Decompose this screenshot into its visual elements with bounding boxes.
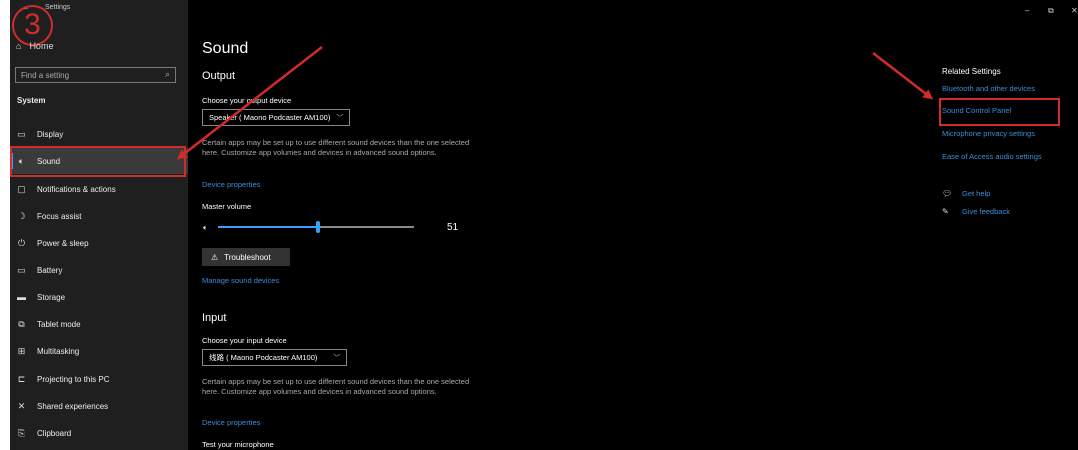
sidebar-item-label: Clipboard (37, 428, 72, 438)
search-icon[interactable]: ⌕ (165, 69, 170, 80)
shared-icon: ✕ (17, 400, 26, 411)
slider-fill (218, 226, 318, 228)
settings-window: ← Settings 3 ⌂ Home ⌕ System ▭ Display 🔈… (10, 0, 1078, 450)
volume-value: 51 (447, 222, 459, 233)
chevron-down-icon: ﹀ (336, 114, 344, 122)
sidebar-item-label: Storage (37, 292, 66, 302)
input-device-label: Choose your input device (202, 336, 287, 345)
sidebar-item-label: Shared experiences (37, 401, 109, 411)
related-link-microphone-privacy[interactable]: Microphone privacy settings (942, 129, 1035, 138)
get-help-label: Get help (962, 189, 991, 198)
output-device-dropdown[interactable]: Speaker ( Maono Podcaster AM100) ﹀ (202, 109, 351, 126)
sidebar-item-label: Battery (37, 265, 63, 275)
sidebar-item-power-sleep[interactable]: ⏻ Power & sleep (10, 230, 188, 256)
sidebar-item-label: Notifications & actions (37, 184, 116, 194)
sidebar-item-storage[interactable]: ▬ Storage (10, 284, 188, 310)
sidebar: ← Settings 3 ⌂ Home ⌕ System ▭ Display 🔈… (10, 0, 188, 450)
sidebar-item-battery[interactable]: ▭ Battery (10, 257, 188, 283)
search-box[interactable]: ⌕ (15, 67, 176, 83)
input-description: Certain apps may be set up to use differ… (202, 377, 470, 396)
give-feedback-label: Give feedback (962, 207, 1010, 216)
minimize-icon[interactable]: – (1025, 6, 1029, 15)
sidebar-item-label: Multitasking (37, 346, 80, 356)
sidebar-item-label: Focus assist (37, 211, 82, 221)
close-icon[interactable]: ✕ (1071, 6, 1078, 15)
related-settings-title: Related Settings (942, 67, 1001, 76)
manage-sound-devices-link[interactable]: Manage sound devices (202, 276, 279, 285)
sidebar-item-tablet-mode[interactable]: ⧉ Tablet mode (10, 311, 188, 337)
chat-bubble-icon: 💬︎ (942, 189, 953, 198)
output-device-label: Choose your output device (202, 96, 292, 105)
tablet-icon: ⧉ (18, 318, 25, 329)
sound-highlight-annotation (10, 146, 186, 177)
projector-icon: ⊏ (17, 373, 26, 384)
power-icon: ⏻ (17, 237, 26, 248)
monitor-icon: ▭ (17, 128, 26, 139)
input-device-value: 线路 ( Maono Podcaster AM100) (209, 353, 318, 362)
section-label-system: System (17, 96, 46, 105)
sidebar-item-focus-assist[interactable]: ☽ Focus assist (10, 203, 188, 229)
output-heading: Output (202, 70, 236, 82)
get-help-link[interactable]: 💬︎ Get help (942, 189, 990, 198)
moon-icon: ☽ (17, 210, 26, 221)
sidebar-item-multitasking[interactable]: ⊞ Multitasking (10, 338, 188, 364)
sound-control-panel-highlight-annotation (939, 98, 1060, 126)
storage-icon: ▬ (17, 292, 26, 302)
sidebar-item-display[interactable]: ▭ Display (10, 121, 188, 147)
page-title: Sound (202, 40, 249, 57)
warning-icon: ⚠ (211, 252, 219, 262)
search-input[interactable] (21, 69, 151, 81)
give-feedback-link[interactable]: ✎ Give feedback (942, 207, 1010, 216)
home-label: Home (29, 41, 54, 51)
sidebar-item-projecting[interactable]: ⊏ Projecting to this PC (10, 366, 188, 392)
window-title: Settings (45, 4, 71, 11)
battery-icon: ▭ (17, 264, 26, 275)
speaker-icon[interactable]: 🔈︎ (203, 223, 208, 233)
master-volume-slider[interactable] (218, 221, 414, 233)
sidebar-item-shared-experiences[interactable]: ✕ Shared experiences (10, 393, 188, 419)
troubleshoot-button[interactable]: ⚠ Troubleshoot (202, 248, 290, 266)
master-volume-label: Master volume (202, 202, 252, 211)
sidebar-item-notifications[interactable]: ▢ Notifications & actions (10, 176, 188, 202)
output-device-properties-link[interactable]: Device properties (202, 180, 260, 189)
home-icon: ⌂ (16, 41, 22, 51)
clipboard-icon: ⎘ (17, 427, 26, 438)
input-device-properties-link[interactable]: Device properties (202, 418, 260, 427)
feedback-icon: ✎ (942, 207, 949, 216)
home-link[interactable]: ⌂ Home (16, 41, 53, 51)
output-description: Certain apps may be set up to use differ… (202, 138, 470, 157)
output-device-value: Speaker ( Maono Podcaster AM100) (209, 113, 331, 122)
sidebar-item-label: Projecting to this PC (37, 374, 110, 384)
input-device-dropdown[interactable]: 线路 ( Maono Podcaster AM100) ﹀ (202, 349, 348, 366)
sidebar-item-label: Power & sleep (37, 238, 89, 248)
sidebar-item-label: Tablet mode (37, 319, 81, 329)
multitasking-icon: ⊞ (17, 345, 26, 356)
sidebar-item-label: Display (37, 129, 64, 139)
troubleshoot-label: Troubleshoot (224, 252, 271, 262)
notification-icon: ▢ (17, 183, 26, 194)
slider-thumb[interactable] (315, 221, 320, 233)
input-heading: Input (202, 312, 227, 324)
related-link-ease-of-access[interactable]: Ease of Access audio settings (942, 152, 1042, 161)
sidebar-item-clipboard[interactable]: ⎘ Clipboard (10, 420, 188, 446)
restore-icon[interactable]: ⧉ (1048, 6, 1054, 16)
chevron-down-icon: ﹀ (333, 354, 341, 362)
related-link-bluetooth[interactable]: Bluetooth and other devices (942, 84, 1035, 93)
step-number-annotation: 3 (12, 5, 53, 46)
test-microphone-label: Test your microphone (202, 440, 274, 449)
